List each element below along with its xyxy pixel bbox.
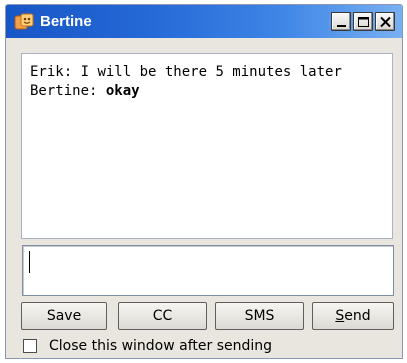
close-after-sending-checkbox[interactable] — [23, 339, 37, 353]
minimize-icon — [337, 25, 346, 27]
maximize-icon — [358, 17, 369, 27]
send-button-label: end — [344, 308, 371, 324]
close-icon — [380, 16, 391, 28]
message-sender: Bertine: — [30, 83, 98, 99]
chat-window: Bertine Erik: I will be there 5 minutes … — [5, 4, 403, 359]
message-input[interactable] — [22, 245, 394, 296]
chat-history[interactable]: Erik: I will be there 5 minutes later Be… — [21, 53, 393, 239]
sms-button[interactable]: SMS — [215, 302, 304, 330]
chat-message: Bertine: okay — [30, 82, 384, 101]
maximize-button[interactable] — [353, 12, 373, 31]
close-after-sending-label: Close this window after sending — [49, 338, 273, 354]
message-text: I will be there 5 minutes later — [80, 64, 342, 80]
title-bar[interactable]: Bertine — [6, 5, 402, 38]
message-sender: Erik: — [30, 64, 73, 80]
window-title: Bertine — [40, 13, 92, 30]
message-text: okay — [105, 83, 140, 99]
send-button[interactable]: Send — [312, 302, 394, 330]
send-button-mnemonic: S — [335, 308, 345, 324]
chat-message: Erik: I will be there 5 minutes later — [30, 63, 384, 82]
cc-button[interactable]: CC — [118, 302, 207, 330]
save-button[interactable]: Save — [21, 302, 107, 330]
chat-icon — [14, 12, 34, 32]
minimize-button[interactable] — [331, 12, 351, 31]
close-button[interactable] — [375, 12, 395, 31]
text-caret — [29, 251, 30, 273]
